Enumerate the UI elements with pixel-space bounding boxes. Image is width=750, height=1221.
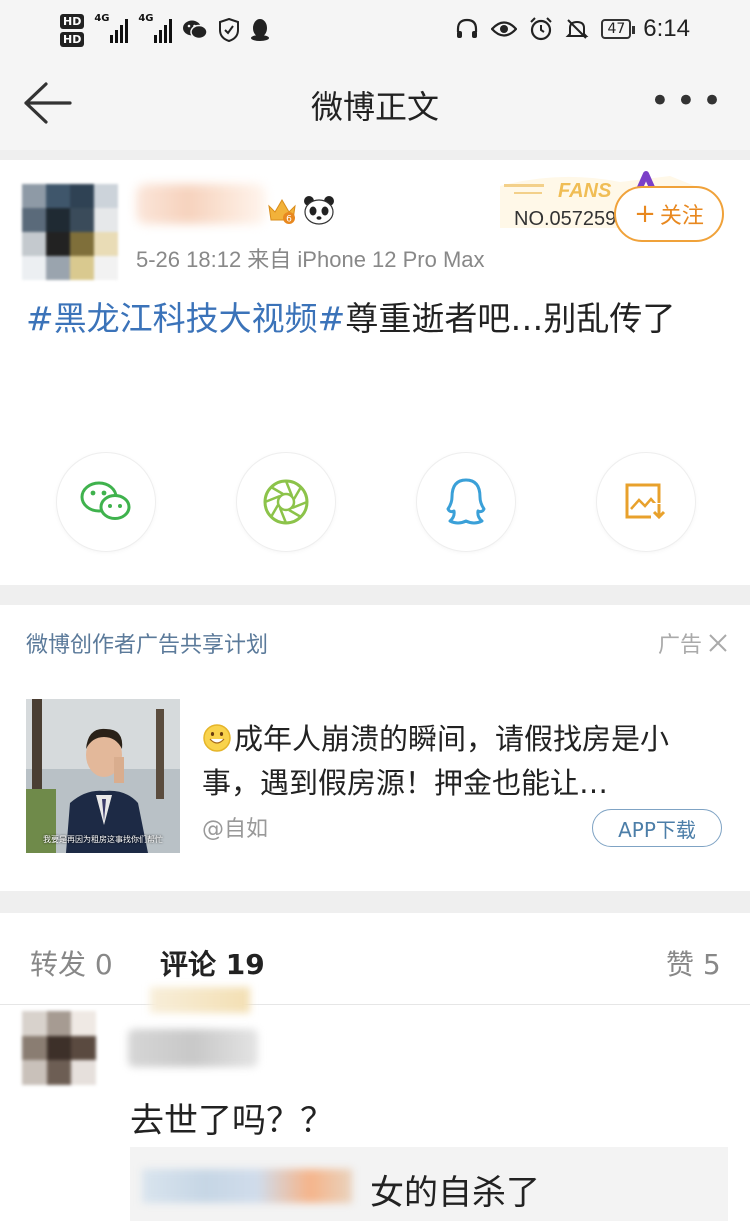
share-bar bbox=[56, 452, 696, 552]
crown-badge-icon: 6 bbox=[268, 199, 296, 225]
qq-icon bbox=[251, 19, 270, 41]
hd-icon: HD HD bbox=[60, 13, 85, 47]
username-blurred[interactable] bbox=[136, 184, 266, 224]
ad-card[interactable]: 微博创作者广告共享计划 广告 我要是再因为租房这事找你们帮忙 成年人崩溃的瞬间，… bbox=[0, 605, 750, 891]
smile-emoji-icon bbox=[203, 724, 231, 752]
status-right: 47 6:14 bbox=[455, 12, 690, 46]
app-download-button[interactable]: APP下载 bbox=[592, 809, 722, 847]
status-bar: HD HD 4G 4G 47 6:14 bbox=[0, 0, 750, 58]
follow-button[interactable]: + 关注 bbox=[614, 186, 724, 242]
ad-source: @自如 bbox=[202, 817, 269, 842]
share-qq-button[interactable] bbox=[416, 452, 516, 552]
follow-label: 关注 bbox=[659, 204, 704, 229]
hashtag-link[interactable]: #黑龙江科技大视频# bbox=[26, 299, 345, 338]
headset-icon bbox=[457, 18, 478, 38]
shield-icon bbox=[219, 18, 240, 42]
tab-likes[interactable]: 赞 5 bbox=[666, 943, 721, 983]
share-wechat-button[interactable] bbox=[56, 452, 156, 552]
battery-icon: 47 bbox=[601, 19, 636, 39]
comment-avatar[interactable] bbox=[22, 1011, 96, 1085]
clock: 6:14 bbox=[643, 15, 690, 42]
qq-icon bbox=[446, 478, 486, 525]
save-image-icon bbox=[625, 483, 667, 521]
tab-reposts[interactable]: 转发 0 bbox=[30, 943, 113, 983]
save-image-button[interactable] bbox=[596, 452, 696, 552]
page-title: 微博正文 bbox=[310, 88, 439, 126]
comments-section: 转发 0 评论 19 赞 5 去世了吗？？ 女的自杀了 bbox=[0, 913, 750, 1221]
comment-tabs: 转发 0 评论 19 赞 5 bbox=[0, 913, 750, 1005]
ad-header: 微博创作者广告共享计划 bbox=[26, 633, 269, 658]
moments-icon bbox=[263, 479, 309, 525]
wechat-icon bbox=[80, 481, 131, 520]
post-body: 尊重逝者吧…别乱传了 bbox=[345, 299, 676, 338]
status-left: HD HD 4G 4G bbox=[60, 10, 270, 50]
signal-icon-2: 4G bbox=[138, 13, 173, 43]
nav-bar: 微博正文 ••• bbox=[0, 58, 750, 150]
panda-badge-icon bbox=[304, 196, 334, 225]
ad-thumbnail-image bbox=[26, 699, 180, 853]
wechat-icon bbox=[183, 20, 209, 40]
alarm-icon bbox=[530, 17, 553, 41]
reply-text: 女的自杀了 bbox=[370, 1173, 540, 1213]
ad-thumb-caption: 我要是再因为租房这事找你们帮忙 bbox=[43, 835, 163, 844]
mute-icon bbox=[566, 19, 589, 39]
eye-icon bbox=[491, 21, 518, 37]
fans-number: NO.057259 bbox=[514, 208, 617, 230]
post-text: #黑龙江科技大视频#尊重逝者吧…别乱传了 bbox=[26, 294, 726, 344]
plus-icon: + bbox=[634, 199, 656, 229]
close-icon[interactable] bbox=[708, 633, 728, 653]
comment-text: 去世了吗？？ bbox=[130, 1101, 334, 1141]
post-card: 6 5-26 18:12 来自 iPhone 12 Pro Max FANS N… bbox=[0, 160, 750, 585]
post-meta: 5-26 18:12 来自 iPhone 12 Pro Max bbox=[136, 247, 485, 272]
svg-text:6: 6 bbox=[286, 215, 292, 225]
avatar[interactable] bbox=[22, 184, 118, 280]
ad-label: 广告 bbox=[658, 627, 728, 659]
signal-icon: 4G bbox=[94, 13, 129, 43]
tab-comments[interactable]: 评论 19 bbox=[160, 943, 265, 983]
fans-label: FANS bbox=[558, 180, 612, 202]
more-menu-button[interactable]: ••• bbox=[650, 84, 728, 118]
reply-preview[interactable]: 女的自杀了 bbox=[130, 1147, 728, 1221]
comment-username-blurred[interactable] bbox=[128, 1029, 258, 1067]
reply-username-blurred bbox=[142, 1169, 352, 1203]
ad-text: 成年人崩溃的瞬间，请假找房是小事，遇到假房源！押金也能让… bbox=[202, 722, 670, 800]
ad-thumbnail[interactable]: 我要是再因为租房这事找你们帮忙 bbox=[26, 699, 180, 853]
share-moments-button[interactable] bbox=[236, 452, 336, 552]
comment-badge-blurred bbox=[150, 987, 250, 1013]
